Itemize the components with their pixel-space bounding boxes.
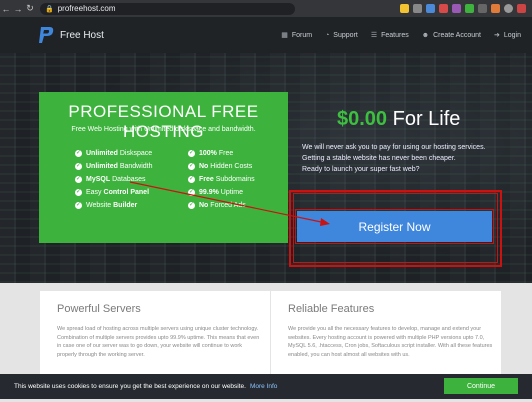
feature-item: ✓ No Hidden Costs [188,163,253,170]
check-icon: ✓ [188,176,195,183]
extension-icons [400,4,532,13]
user-plus-icon: ☻ [421,31,430,39]
hero-section: PROFESSIONAL FREE HOSTING Free Web Hosti… [0,53,532,283]
menu-item-features[interactable]: ☰ Features [370,31,409,40]
menu-label: Features [381,31,409,39]
check-icon: ✓ [75,176,82,183]
back-icon[interactable]: ← [0,4,12,14]
comments-icon: ▦ [281,32,288,39]
menu-item-support[interactable]: ◔ Support [325,32,358,39]
price-heading: $0.00 For Life [337,108,460,131]
check-icon: ✓ [75,150,82,157]
check-icon: ✓ [188,150,195,157]
price-amount: $0.00 [337,108,388,130]
logo-text[interactable]: Free Host [60,30,104,41]
extension-icon[interactable] [452,4,461,13]
price-suffix: For Life [387,108,461,130]
support-icon: ◔ [325,31,330,39]
more-info-link[interactable]: More Info [250,383,277,390]
card-title: Powerful Servers [57,303,141,315]
menu-item-login[interactable]: ➜ Login [493,31,521,40]
check-icon: ✓ [75,189,82,196]
feature-item: ✓ Unlimited Diskspace [75,150,153,157]
forward-icon[interactable]: → [12,4,24,14]
feature-item: ✓ 100% Free [188,150,234,157]
hero-subtitle: Free Web Hosting with Unlimited diskspac… [71,126,256,133]
site-header: Free Host ▦ Forum ◔ Support ☰ Features ☻… [0,17,532,53]
extension-icon[interactable] [439,4,448,13]
menu-label: Login [503,31,521,39]
menu-item-create-account[interactable]: ☻ Create Account [422,32,481,39]
extension-icon[interactable] [478,4,487,13]
price-description: We will never ask you to pay for using o… [302,142,502,175]
hero-title: PROFESSIONAL FREE HOSTING [68,102,259,141]
check-icon: ✓ [75,163,82,170]
extension-icon[interactable] [491,4,500,13]
feature-item: ✓ 99.9% Uptime [188,189,243,196]
feature-item: ✓ MySQL Databases [75,176,146,183]
address-bar[interactable]: 🔒 profreehost.com [40,2,295,15]
desc-line: Getting a stable website has never been … [302,155,456,162]
main-menu: ▦ Forum ◔ Support ☰ Features ☻ Create Ac… [281,17,521,53]
desc-line: Ready to launch your super fast web? [302,166,420,173]
reload-icon[interactable]: ↻ [24,3,36,14]
card-text: We provide you all the necessary feature… [288,326,493,358]
menu-label: Support [333,31,358,39]
cookie-text: This website uses cookies to ensure you … [14,383,246,390]
star-icon[interactable] [400,4,409,13]
extension-icon[interactable] [465,4,474,13]
check-icon: ✓ [188,163,195,170]
feature-box: PROFESSIONAL FREE HOSTING Free Web Hosti… [39,92,288,243]
login-icon: ➜ [493,32,500,39]
register-now-button[interactable]: Register Now [297,211,492,242]
avatar[interactable] [504,4,513,13]
logo-icon[interactable] [37,25,55,45]
feature-item: ✓ No Forced Ads [188,202,246,209]
extension-icon[interactable] [413,4,422,13]
extension-icon[interactable] [517,4,526,13]
card-title: Reliable Features [288,303,375,315]
check-icon: ✓ [188,202,195,209]
browser-toolbar: ← → ↻ 🔒 profreehost.com [0,0,532,17]
check-icon: ✓ [188,189,195,196]
menu-label: Forum [291,31,313,39]
continue-button[interactable]: Continue [444,378,518,394]
cookie-banner: This website uses cookies to ensure you … [0,374,532,399]
url-text: profreehost.com [57,4,116,13]
extension-icon[interactable] [426,4,435,13]
feature-item: ✓ Easy Control Panel [75,189,150,196]
feature-item: ✓ Website Builder [75,202,138,209]
card-text: We spread load of hosting across multipl… [57,326,260,358]
list-icon: ☰ [370,32,378,39]
menu-item-forum[interactable]: ▦ Forum [281,31,313,40]
check-icon: ✓ [75,202,82,209]
feature-item: ✓ Free Subdomains [188,176,255,183]
menu-label: Create Account [433,31,481,39]
feature-item: ✓ Unlimited Bandwidth [75,163,153,170]
lock-icon: 🔒 [45,5,54,13]
desc-line: We will never ask you to pay for using o… [302,144,486,151]
